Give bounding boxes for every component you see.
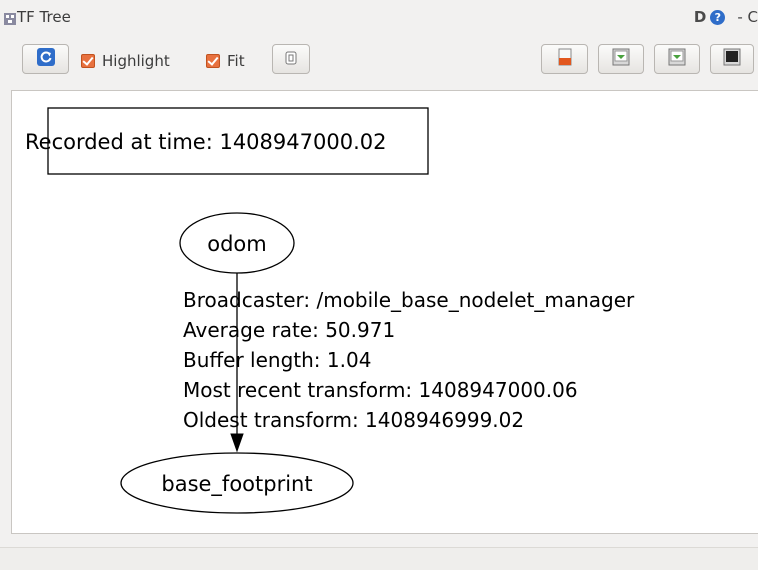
title-controls: D ? - C: [694, 8, 758, 26]
edge-oldest: Oldest transform: 1408946999.02: [183, 408, 524, 432]
status-bar: [0, 547, 758, 570]
title-bar: TF Tree D ? - C: [0, 0, 758, 34]
fit-in-view-icon: [284, 50, 298, 69]
title-trailing[interactable]: - C: [737, 8, 758, 26]
toolbar: Highlight Fit: [0, 44, 758, 78]
recorded-time-label: Recorded at time: 1408947000.02: [25, 130, 386, 154]
help-icon[interactable]: ?: [710, 9, 726, 25]
save-image-icon: [723, 48, 741, 70]
dock-button[interactable]: D: [694, 8, 706, 26]
edge-most-recent: Most recent transform: 1408947000.06: [183, 378, 578, 402]
highlight-checkbox[interactable]: Highlight: [81, 52, 170, 70]
node-base-footprint-label: base_footprint: [161, 472, 312, 497]
save-svg-button[interactable]: [654, 44, 700, 74]
window-title: TF Tree: [17, 8, 71, 26]
tf-graph: Recorded at time: 1408947000.02 odom Bro…: [25, 107, 635, 514]
save-svg-icon: [668, 48, 686, 70]
edge-average-rate: Average rate: 50.971: [183, 318, 395, 342]
edge-broadcaster: Broadcaster: /mobile_base_nodelet_manage…: [183, 288, 635, 312]
refresh-button[interactable]: [22, 44, 69, 74]
save-dot-icon: [612, 48, 630, 70]
edge-buffer-length: Buffer length: 1.04: [183, 348, 371, 372]
node-odom-label: odom: [207, 232, 266, 256]
refresh-icon: [36, 48, 55, 70]
fit-check-icon[interactable]: [206, 54, 220, 68]
fit-checkbox[interactable]: Fit: [206, 52, 245, 70]
highlight-check-icon[interactable]: [81, 54, 95, 68]
fit-label: Fit: [227, 52, 245, 70]
node-odom[interactable]: odom: [179, 212, 295, 274]
save-image-button[interactable]: [710, 44, 754, 74]
fit-in-view-button[interactable]: [272, 44, 310, 74]
highlight-label: Highlight: [102, 52, 170, 70]
load-dot-button[interactable]: [541, 44, 588, 74]
node-base-footprint[interactable]: base_footprint: [120, 452, 354, 514]
app-icon: [4, 10, 16, 25]
edge-arrowhead: [230, 433, 244, 453]
edge-label: Broadcaster: /mobile_base_nodelet_manage…: [183, 288, 635, 432]
load-dot-icon: [556, 48, 574, 70]
graph-canvas[interactable]: Recorded at time: 1408947000.02 odom Bro…: [11, 90, 758, 534]
save-dot-button[interactable]: [598, 44, 644, 74]
